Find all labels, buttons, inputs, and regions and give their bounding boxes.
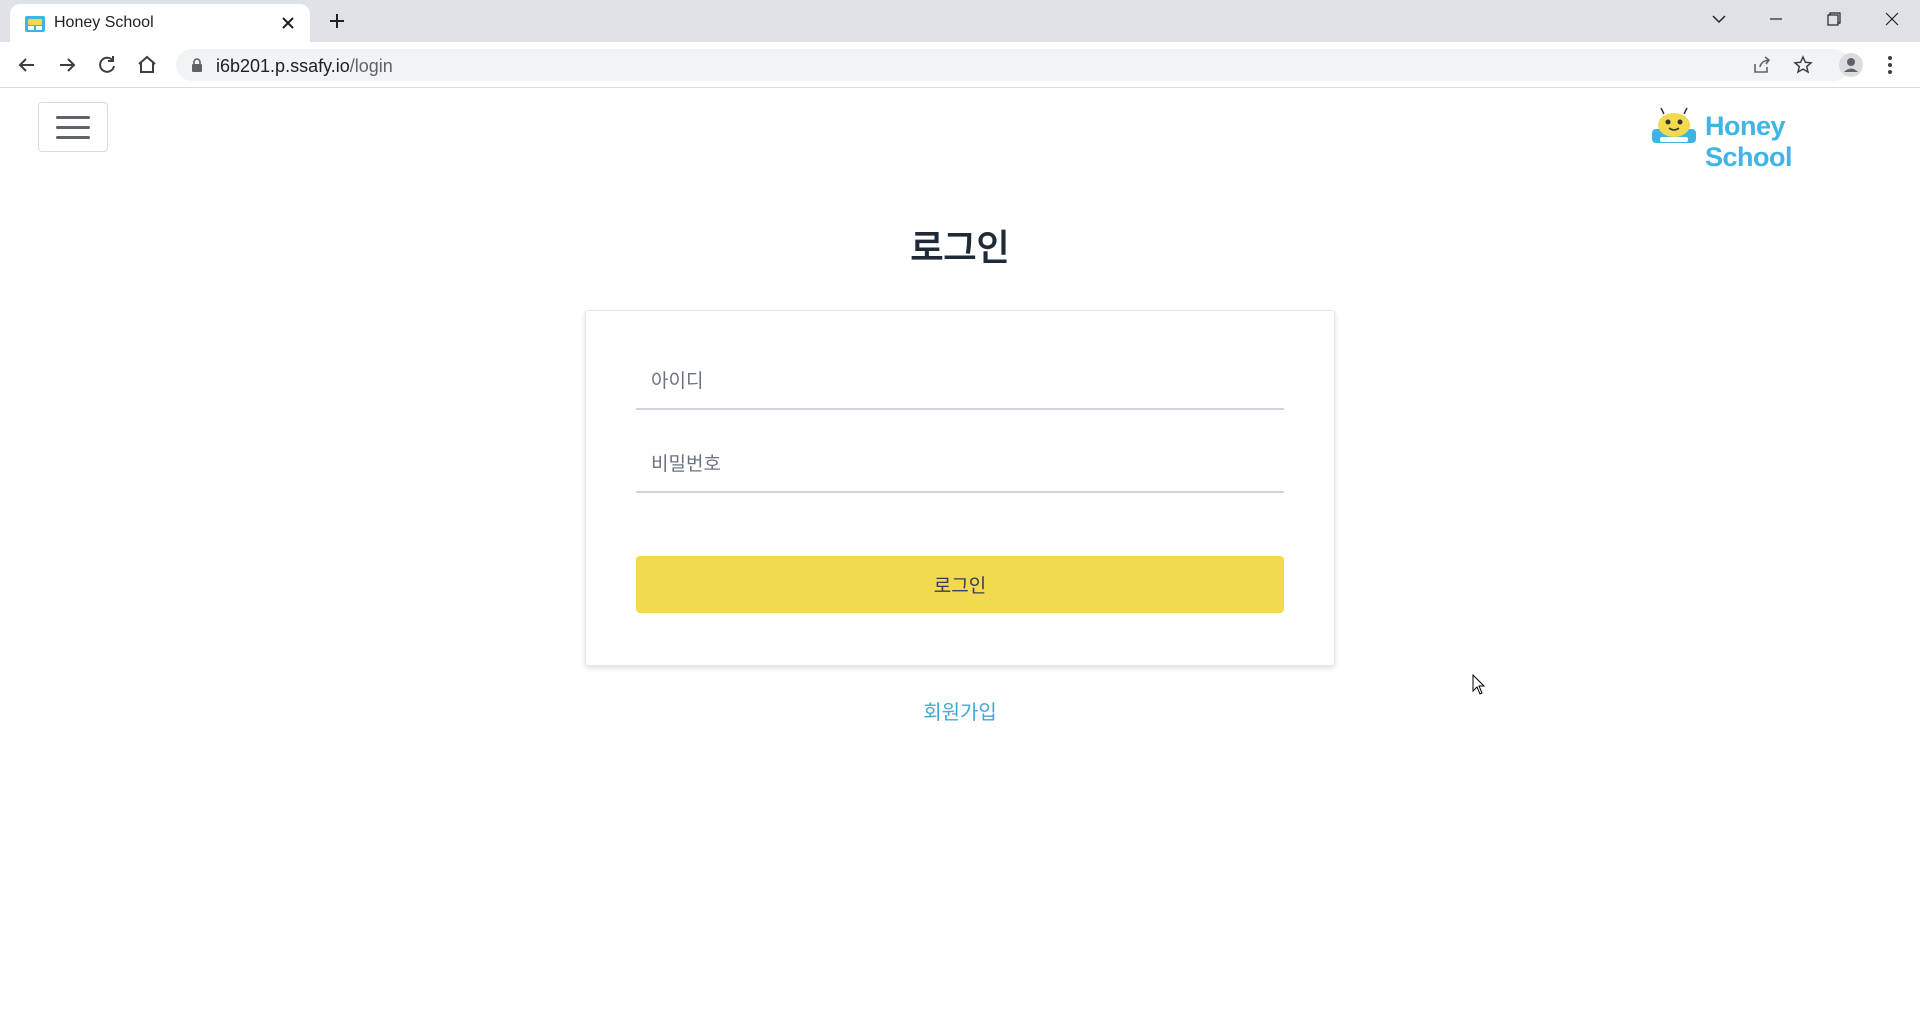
browser-toolbar: i6b201.p.ssafy.io/login	[0, 42, 1920, 88]
login-button[interactable]: 로그인	[636, 556, 1284, 613]
username-field-wrapper	[636, 354, 1284, 410]
tab-search-button[interactable]	[1690, 0, 1746, 38]
browser-tab-bar: Honey School	[0, 0, 1920, 42]
login-form-card: 로그인	[585, 310, 1335, 666]
signup-link[interactable]: 회원가입	[923, 700, 997, 724]
logo-icon	[1652, 107, 1696, 143]
forward-icon[interactable]	[54, 52, 80, 78]
address-bar[interactable]: i6b201.p.ssafy.io/login	[176, 49, 1850, 81]
plus-icon[interactable]	[328, 12, 346, 30]
star-icon[interactable]	[1793, 55, 1813, 75]
minimize-button[interactable]	[1748, 0, 1804, 38]
signup-link-row: 회원가입	[0, 696, 1920, 725]
restore-icon	[1827, 12, 1841, 26]
cursor-icon	[1472, 674, 1486, 695]
close-icon[interactable]	[280, 15, 296, 31]
more-vert-icon[interactable]	[1886, 53, 1894, 77]
back-icon[interactable]	[14, 52, 40, 78]
page: Honey School 로그인 로그인 회원가입	[0, 89, 1920, 1032]
share-icon[interactable]	[1752, 55, 1772, 75]
password-input[interactable]	[636, 437, 1284, 491]
menu-toggle-button[interactable]	[38, 102, 108, 152]
url-text: i6b201.p.ssafy.io/login	[216, 56, 393, 76]
brand-logo-link[interactable]: Honey School	[1650, 107, 1870, 172]
reload-icon[interactable]	[94, 52, 120, 78]
lock-icon[interactable]	[190, 58, 204, 72]
username-input[interactable]	[636, 354, 1284, 408]
tab-title: Honey School	[54, 14, 154, 31]
window-close-icon	[1885, 12, 1899, 26]
home-icon[interactable]	[134, 52, 160, 78]
chevron-down-icon	[1712, 15, 1726, 24]
window-close-button[interactable]	[1864, 0, 1920, 38]
browser-tab[interactable]: Honey School	[10, 4, 310, 42]
restore-button[interactable]	[1806, 0, 1862, 38]
password-field-wrapper	[636, 437, 1284, 493]
page-title: 로그인	[910, 228, 1010, 269]
favicon-icon	[25, 16, 45, 32]
brand-name: Honey School	[1705, 111, 1793, 172]
minimize-icon	[1770, 18, 1782, 20]
profile-icon[interactable]	[1838, 52, 1864, 78]
